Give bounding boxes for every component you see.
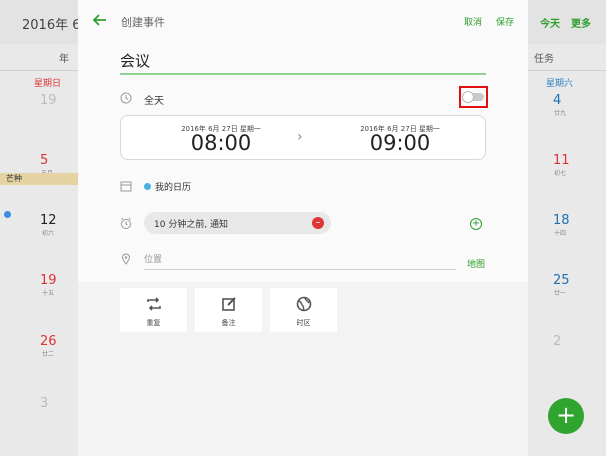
memo-tile[interactable]: 备注: [195, 288, 262, 332]
lunar-date: 初七: [554, 170, 567, 177]
add-notification-icon[interactable]: +: [470, 218, 482, 230]
calendar-day[interactable]: 18: [553, 213, 570, 228]
timezone-label: 时区: [296, 319, 311, 327]
start-time[interactable]: 08:00: [161, 131, 281, 155]
weekday-saturday: 星期六: [546, 79, 574, 89]
add-event-fab[interactable]: +: [548, 398, 584, 434]
cancel-button[interactable]: 取消: [464, 15, 482, 28]
end-time[interactable]: 09:00: [340, 131, 460, 155]
year-tab[interactable]: 年: [59, 50, 69, 65]
remove-notification-icon[interactable]: –: [312, 217, 324, 229]
tasks-tab[interactable]: 任务: [534, 50, 554, 65]
calendar-day[interactable]: 26: [40, 334, 57, 349]
memo-label: 备注: [221, 319, 236, 327]
calendar-day[interactable]: 25: [553, 273, 570, 288]
lunar-date: 初六: [42, 230, 55, 237]
today-button[interactable]: 今天: [540, 15, 560, 30]
calendar-day[interactable]: 5: [40, 153, 48, 168]
event-form: 创建事件 取消 保存 会议 全天 2016年 6月 27日 星期一 08:00 …: [78, 0, 528, 282]
memo-icon: [222, 297, 236, 311]
location-pin-icon: [121, 253, 131, 265]
calendar-icon: [120, 181, 132, 192]
all-day-toggle[interactable]: [459, 86, 488, 108]
more-button[interactable]: 更多: [571, 15, 591, 30]
globe-icon: [296, 296, 312, 312]
alarm-icon: [121, 217, 131, 229]
lunar-date: 廿九: [554, 110, 567, 117]
event-title-input[interactable]: 会议: [120, 50, 150, 71]
calendar-color-dot: [144, 183, 151, 190]
save-button[interactable]: 保存: [496, 15, 514, 28]
location-input[interactable]: 位置: [144, 254, 456, 270]
map-button[interactable]: 地图: [467, 257, 485, 270]
calendar-day[interactable]: 3: [40, 396, 48, 411]
calendar-day[interactable]: 19: [40, 93, 57, 108]
repeat-tile[interactable]: 重复: [120, 288, 187, 332]
timezone-tile[interactable]: 时区: [270, 288, 337, 332]
create-event-dialog: 创建事件 取消 保存 会议 全天 2016年 6月 27日 星期一 08:00 …: [78, 0, 528, 456]
notification-chip[interactable]: 10 分钟之前, 通知 –: [144, 212, 331, 234]
dialog-header: 创建事件 取消 保存: [78, 0, 528, 40]
lunar-date: 十四: [554, 230, 567, 237]
clock-icon: [120, 92, 132, 104]
all-day-label: 全天: [144, 96, 164, 107]
weekday-sunday: 星期日: [34, 79, 62, 89]
notification-text: 10 分钟之前, 通知: [154, 220, 229, 230]
repeat-icon: [147, 297, 161, 311]
lunar-date: 廿二: [42, 351, 55, 358]
calendar-day[interactable]: 11: [553, 153, 570, 168]
chevron-right-icon: ›: [297, 129, 303, 145]
event-dot: [4, 211, 11, 218]
calendar-day[interactable]: 12: [40, 213, 57, 228]
calendar-day[interactable]: 4: [553, 93, 561, 108]
festival-label: 芒种: [0, 173, 78, 185]
lunar-date: 廿一: [554, 290, 567, 297]
time-range-picker: 2016年 6月 27日 星期一 08:00 › 2016年 6月 27日 星期…: [120, 115, 486, 160]
calendar-day[interactable]: 19: [40, 273, 57, 288]
back-arrow-icon[interactable]: [92, 12, 108, 28]
toggle-knob: [462, 91, 474, 103]
calendar-day[interactable]: 2: [553, 334, 561, 349]
dialog-title: 创建事件: [121, 16, 165, 29]
title-underline: [120, 73, 486, 75]
lunar-date: 十五: [42, 290, 55, 297]
calendar-selector[interactable]: 我的日历: [155, 180, 191, 193]
repeat-label: 重复: [146, 319, 161, 327]
